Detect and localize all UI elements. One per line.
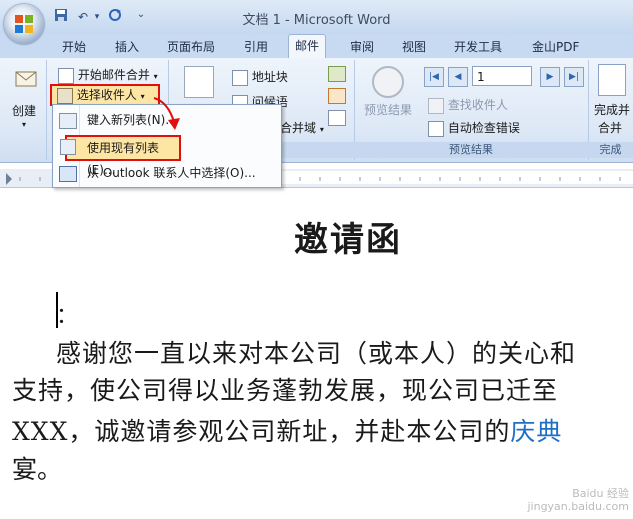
tab-home[interactable]: 开始 xyxy=(56,36,92,58)
tab-page-layout[interactable]: 页面布局 xyxy=(161,36,221,58)
envelope-icon xyxy=(14,66,38,90)
next-record-icon[interactable]: ▶ xyxy=(540,67,560,87)
tab-review[interactable]: 审阅 xyxy=(344,36,380,58)
recipients-icon xyxy=(57,88,73,104)
document-line-3-text: XXX，诚邀请参观公司新址，并赴本公司的 xyxy=(12,417,511,446)
find-recipient-label: 查找收件人 xyxy=(447,98,508,112)
tab-kingsoft-pdf[interactable]: 金山PDF xyxy=(526,36,585,58)
create-dropdown-icon[interactable]: ▾ xyxy=(22,120,26,129)
outlook-contacts-icon xyxy=(59,166,77,182)
preview-results-button[interactable]: 预览结果 xyxy=(364,101,412,118)
update-labels-icon[interactable] xyxy=(328,110,346,126)
address-block-button[interactable]: 地址块 xyxy=(232,68,288,86)
menu-item-outlook-contacts-label: 从 Outlook 联系人中选择(O)... xyxy=(87,166,256,180)
start-mail-merge-label: 开始邮件合并 xyxy=(77,68,150,82)
chevron-down-icon: ▾ xyxy=(153,72,158,81)
start-mail-merge-button[interactable]: 开始邮件合并 ▾ xyxy=(58,66,158,84)
finish-merge-button[interactable]: 完成并 xyxy=(594,101,630,118)
finish-group-label: 完成 xyxy=(588,142,633,158)
document-paragraph-line-2: 支持，使公司得以业务蓬勃发展，现公司已迁至 xyxy=(12,376,559,405)
annotation-arrow xyxy=(153,97,180,130)
document-title: 邀请函 xyxy=(294,220,402,260)
document-paragraph-line-1: 感谢您一直以来对本公司（或本人）的关心和 xyxy=(56,339,577,368)
find-recipient-icon xyxy=(428,97,444,114)
office-logo-icon xyxy=(15,15,33,33)
rules-icon[interactable] xyxy=(328,66,346,82)
tab-insert[interactable]: 插入 xyxy=(109,36,145,58)
first-record-icon[interactable]: |◀ xyxy=(424,67,444,87)
match-fields-icon[interactable] xyxy=(328,88,346,104)
finish-merge-icon xyxy=(598,64,626,96)
create-button[interactable]: 创建 xyxy=(12,102,36,119)
menu-item-outlook-contacts[interactable]: 从 Outlook 联系人中选择(O)... xyxy=(53,160,281,186)
tab-view[interactable]: 视图 xyxy=(396,36,432,58)
address-block-icon xyxy=(232,69,248,86)
tab-mailings[interactable]: 邮件 xyxy=(288,34,327,60)
watermark-line-2: jingyan.baidu.com xyxy=(527,500,629,513)
office-button[interactable] xyxy=(4,4,44,44)
tab-references[interactable]: 引用 xyxy=(238,36,274,58)
previous-record-icon[interactable]: ◀ xyxy=(448,67,468,87)
existing-list-icon xyxy=(60,139,76,155)
chevron-down-icon: ▾ xyxy=(319,125,324,134)
auto-check-errors-label: 自动检查错误 xyxy=(447,121,520,135)
find-recipient-button[interactable]: 查找收件人 xyxy=(428,96,508,114)
last-record-icon[interactable]: ▶| xyxy=(564,67,584,87)
auto-check-errors-button[interactable]: 自动检查错误 xyxy=(428,119,520,137)
tab-developer[interactable]: 开发工具 xyxy=(448,36,508,58)
menu-item-use-existing-list[interactable]: 使用现有列表(E)... xyxy=(65,135,181,177)
address-block-label: 地址块 xyxy=(251,70,288,84)
document-paragraph-line-4: 宴。 xyxy=(12,455,63,484)
chevron-down-icon: ▾ xyxy=(140,92,145,101)
record-number-input[interactable]: 1 xyxy=(472,66,532,86)
insert-merge-field-button[interactable]: 合并域 ▾ xyxy=(280,119,324,136)
document-colon: ： xyxy=(56,304,79,329)
document-mail-icon xyxy=(58,67,74,84)
select-recipients-label: 选择收件人 xyxy=(76,88,137,102)
check-errors-icon xyxy=(428,120,444,137)
watermark-line-1: Baidu 经验 xyxy=(572,487,629,500)
baidu-watermark: Baidu 经验 jingyan.baidu.com xyxy=(527,487,629,513)
insert-merge-field-label: 合并域 xyxy=(280,121,317,135)
finish-merge-button-line2[interactable]: 合并 xyxy=(598,119,622,136)
abc-preview-icon xyxy=(372,66,404,98)
preview-group-label: 预览结果 xyxy=(354,142,588,158)
document-paragraph-line-3: XXX，诚邀请参观公司新址，并赴本公司的庆典 xyxy=(12,412,562,448)
document-line-3-highlight: 庆典 xyxy=(510,417,563,446)
select-recipients-button[interactable]: 选择收件人 ▾ xyxy=(50,84,160,106)
window-title: 文档 1 - Microsoft Word xyxy=(242,13,391,28)
new-list-icon xyxy=(59,113,77,129)
